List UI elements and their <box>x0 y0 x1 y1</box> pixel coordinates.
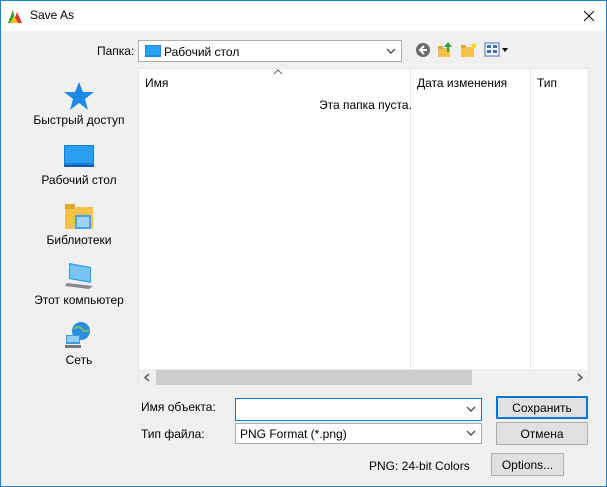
close-button[interactable] <box>578 5 600 27</box>
folder-current: Рабочий стол <box>164 45 240 59</box>
place-this-pc[interactable]: Этот компьютер <box>29 257 129 317</box>
cancel-button[interactable]: Отмена <box>496 422 588 445</box>
column-header-name[interactable]: Имя <box>139 69 411 369</box>
file-type-dropdown[interactable]: PNG Format (*.png) <box>235 423 482 444</box>
horizontal-scrollbar[interactable] <box>139 369 588 386</box>
view-menu-icon <box>484 42 508 57</box>
up-folder-icon <box>438 42 452 57</box>
app-icon <box>7 8 23 24</box>
places-bar: Быстрый доступ Рабочий стол Библиотеки Э… <box>29 73 129 373</box>
file-list[interactable]: Имя Дата изменения Тип Эта папка пуста. <box>138 68 589 386</box>
folder-dropdown[interactable]: Рабочий стол <box>138 40 402 62</box>
file-name-input[interactable] <box>238 401 458 418</box>
file-name-combo[interactable] <box>235 398 482 421</box>
up-folder-button[interactable] <box>436 41 456 61</box>
new-folder-icon <box>461 42 478 57</box>
empty-folder-message: Эта папка пуста. <box>319 98 412 112</box>
back-button[interactable] <box>414 41 434 61</box>
file-type-label: Тип файла: <box>141 427 205 441</box>
scrollbar-thumb[interactable] <box>156 370 472 385</box>
computer-icon <box>65 263 93 289</box>
format-status-text: PNG: 24-bit Colors <box>369 459 470 473</box>
back-icon <box>416 43 430 57</box>
options-button[interactable]: Options... <box>491 453 564 476</box>
save-as-dialog: Save As Папка: Рабочий стол Быстрый дост… <box>0 0 607 487</box>
column-header-date[interactable]: Дата изменения <box>411 69 531 369</box>
file-name-label: Имя объекта: <box>141 400 216 414</box>
new-folder-button[interactable] <box>460 41 480 61</box>
column-header-type[interactable]: Тип <box>531 69 589 369</box>
place-libraries[interactable]: Библиотеки <box>29 197 129 257</box>
folder-label: Папка: <box>97 44 135 58</box>
quick-access-star-icon <box>64 82 94 110</box>
close-icon <box>584 11 594 21</box>
file-type-value: PNG Format (*.png) <box>240 427 347 441</box>
chevron-down-icon <box>386 48 396 54</box>
place-quick-access[interactable]: Быстрый доступ <box>29 77 129 137</box>
chevron-down-icon <box>466 430 476 436</box>
network-icon <box>65 322 90 348</box>
save-button[interactable]: Сохранить <box>496 396 588 419</box>
place-desktop[interactable]: Рабочий стол <box>29 137 129 197</box>
libraries-icon <box>65 204 93 229</box>
chevron-down-icon[interactable] <box>465 403 477 415</box>
scroll-right-icon[interactable] <box>576 373 584 382</box>
title-bar: Save As <box>1 1 606 31</box>
desktop-small-icon <box>145 45 161 57</box>
window-title: Save As <box>30 8 75 22</box>
view-menu-button[interactable] <box>484 41 510 61</box>
place-network[interactable]: Сеть <box>29 317 129 377</box>
scroll-left-icon[interactable] <box>143 373 151 382</box>
desktop-icon <box>64 145 94 167</box>
